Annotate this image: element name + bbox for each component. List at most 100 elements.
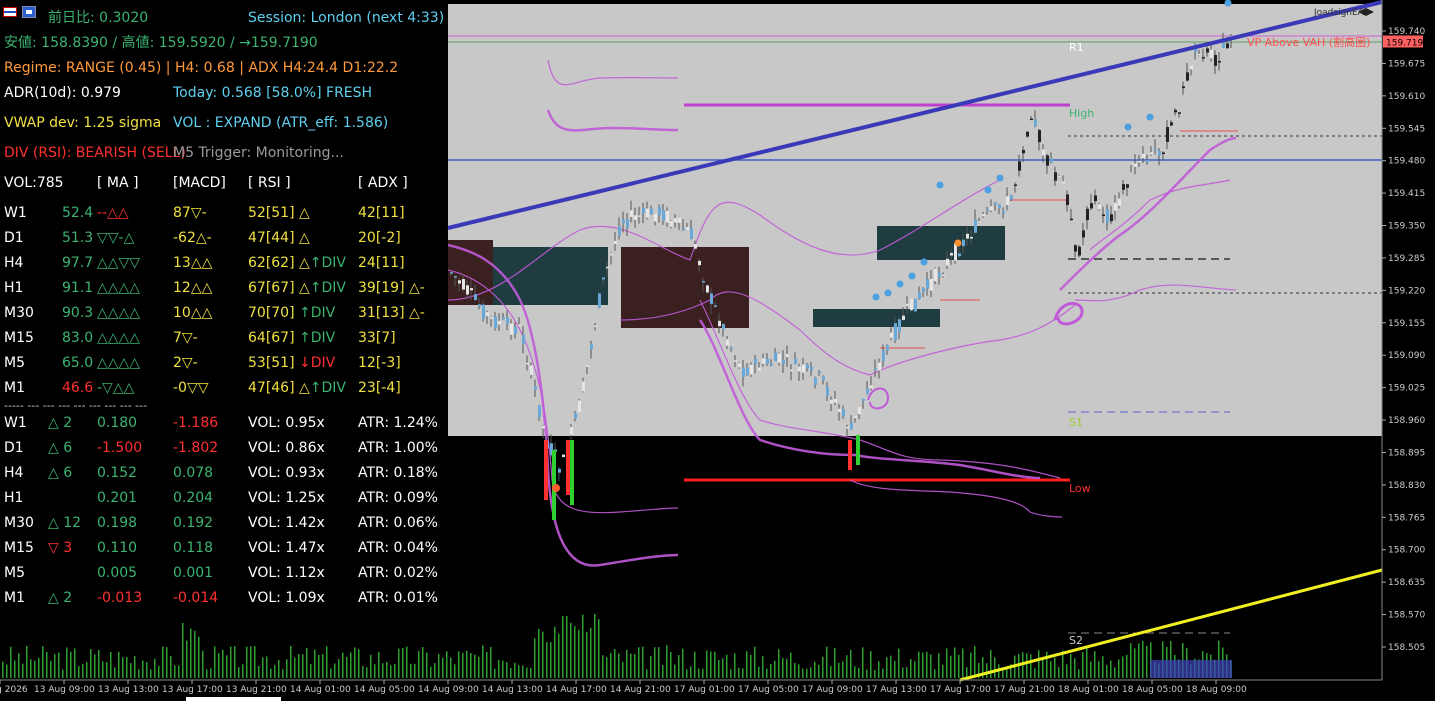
volume-bar — [838, 662, 840, 678]
candle-body — [1222, 42, 1225, 48]
price-tick-label: 159.415 — [1388, 189, 1425, 199]
candle-body — [882, 350, 885, 362]
supply-zone — [621, 247, 749, 328]
volume-bar — [158, 665, 160, 678]
symbol-icon[interactable] — [22, 6, 36, 18]
candle-body — [1042, 149, 1045, 156]
volume-bar — [450, 657, 452, 678]
price-tick-label: 159.545 — [1388, 124, 1425, 134]
table-cell-macd: 13△△ — [173, 255, 213, 271]
table-cell-macd: 2▽- — [173, 355, 198, 371]
candle-body — [690, 228, 693, 240]
volume-bar — [878, 661, 880, 678]
candle-body — [1034, 119, 1037, 127]
volume-bar — [362, 665, 364, 678]
table-cell-ma: ▽▽-△ — [97, 230, 135, 246]
volume-bar — [782, 657, 784, 678]
candle-body — [582, 381, 585, 392]
volume-bar — [210, 668, 212, 678]
table-cell-macd: -0▽▽ — [173, 380, 209, 396]
volume-bar — [762, 656, 764, 678]
price-tick-label: 158.960 — [1388, 416, 1425, 426]
table-cell-adx: 39[19] △- — [358, 280, 425, 296]
volume-bar — [202, 650, 204, 678]
sar-dot — [996, 174, 1004, 182]
volume-bar — [474, 654, 476, 678]
volume-bar — [618, 653, 620, 678]
volume-bar — [654, 647, 656, 678]
volume-bar — [894, 660, 896, 678]
candle-body — [1138, 160, 1141, 163]
volume-bar — [466, 650, 468, 678]
volume-bar — [734, 653, 736, 678]
volume-highlight — [1150, 660, 1232, 678]
volume-bar — [1050, 661, 1052, 678]
volume-bar — [822, 656, 824, 678]
time-tick-label: 14 Aug 09:00 — [418, 685, 479, 695]
candle-body — [1094, 195, 1097, 202]
volume-bar — [270, 668, 272, 678]
volume-bar — [494, 668, 496, 678]
candle-body — [966, 233, 969, 239]
volume-bar — [498, 659, 500, 678]
candle-body — [590, 344, 593, 350]
volume-bar — [1078, 669, 1080, 678]
volume-bar — [1094, 651, 1096, 678]
volume-bar — [926, 651, 928, 678]
volume-bar — [302, 654, 304, 678]
volume-bar — [142, 660, 144, 678]
stats-cell-a: 0.110 — [97, 540, 138, 556]
volume-bar — [730, 669, 732, 678]
price-tick-label: 158.700 — [1388, 546, 1425, 556]
volume-bar — [1006, 668, 1008, 678]
time-tick-label: 13 Aug 17:00 — [162, 685, 223, 695]
regime-info: Regime: RANGE (0.45) | H4: 0.68 | ADX H4… — [4, 60, 399, 76]
volume-bar — [286, 659, 288, 678]
volume-bar — [130, 663, 132, 678]
volume-bar — [46, 652, 48, 678]
volume-bar — [634, 654, 636, 678]
candle-body — [1066, 194, 1069, 206]
volume-bar — [614, 649, 616, 678]
candle-body — [654, 213, 657, 222]
stats-cell-vol: VOL: 1.12x — [248, 565, 325, 581]
volume-bar — [774, 660, 776, 678]
table-cell-adx: 42[11] — [358, 205, 405, 221]
candle-body — [826, 386, 829, 396]
volume-bar — [602, 655, 604, 678]
volume-bar — [70, 651, 72, 678]
volume-bar — [266, 656, 268, 678]
volume-bar — [58, 652, 60, 678]
candle-body — [674, 218, 677, 223]
candle-body — [730, 347, 733, 350]
sar-dot — [984, 186, 992, 194]
volume-bar — [358, 649, 360, 678]
div-info: DIV (RSI): BEARISH (SELL) — [4, 145, 186, 161]
volume-bar — [410, 663, 412, 678]
flag-icon[interactable] — [3, 7, 17, 17]
volume-bar — [742, 668, 744, 678]
volume-bar — [126, 656, 128, 678]
table-cell-rsi: 47[46] △↑DIV — [248, 380, 346, 396]
candle-body — [1214, 54, 1217, 66]
candle-body — [898, 319, 901, 333]
volume-bar — [346, 657, 348, 678]
table-cell-val: 83.0 — [62, 330, 94, 346]
stats-cell-vol: VOL: 1.47x — [248, 540, 325, 556]
volume-bar — [722, 658, 724, 678]
table-header: [ RSI ] — [248, 175, 291, 191]
candle-body — [778, 353, 781, 363]
volume-bar — [1042, 659, 1044, 678]
level-label-vp: VP Above VAH (割高圏) — [1247, 35, 1370, 49]
volume-bar — [98, 649, 100, 678]
volume-bar — [898, 648, 900, 678]
volume-bar — [470, 652, 472, 678]
time-tick-label: 14 Aug 05:00 — [354, 685, 415, 695]
candle-body — [1126, 184, 1129, 188]
candle-body — [1210, 49, 1213, 59]
volume-bar — [554, 626, 556, 678]
volume-bar — [1146, 645, 1148, 678]
candle-body — [930, 278, 933, 291]
candle-body — [1058, 175, 1061, 178]
candle-body — [934, 268, 937, 282]
